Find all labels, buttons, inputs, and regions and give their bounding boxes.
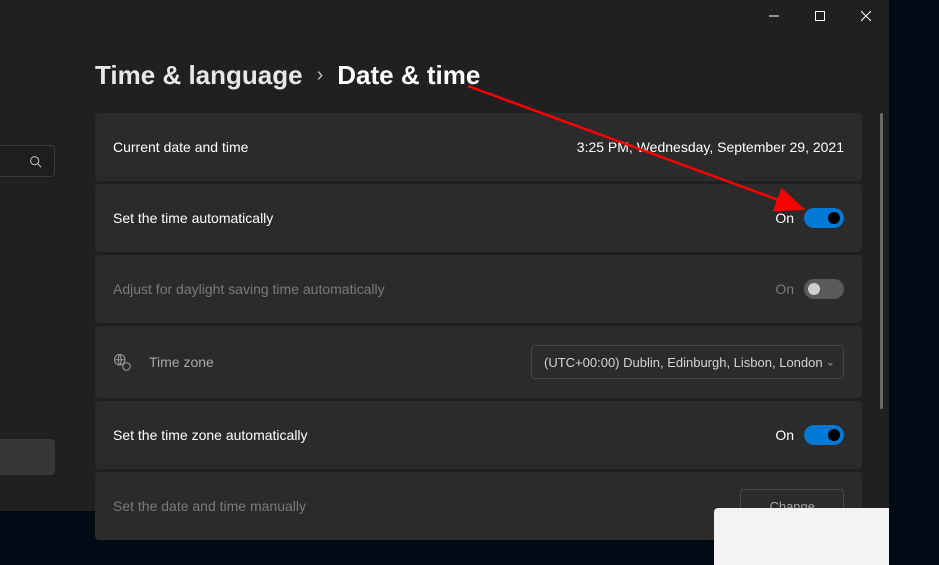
chevron-right-icon: › <box>317 64 324 87</box>
row-set-time-automatically: Set the time automatically On <box>95 184 862 252</box>
settings-window: Time & language › Date & time Current da… <box>0 0 889 511</box>
row-set-timezone-automatically: Set the time zone automatically On <box>95 401 862 469</box>
label: Current date and time <box>113 139 577 155</box>
toggle-set-timezone-automatically[interactable] <box>804 425 844 445</box>
label: Time zone <box>149 354 531 370</box>
scrollbar[interactable] <box>880 113 883 409</box>
label: Set the time zone automatically <box>113 427 775 443</box>
minimize-button[interactable] <box>751 0 797 32</box>
maximize-button[interactable] <box>797 0 843 32</box>
breadcrumb: Time & language › Date & time <box>95 60 480 91</box>
label: Set the date and time manually <box>113 498 740 514</box>
row-time-zone: Time zone (UTC+00:00) Dublin, Edinburgh,… <box>95 326 862 398</box>
close-button[interactable] <box>843 0 889 32</box>
timezone-value: (UTC+00:00) Dublin, Edinburgh, Lisbon, L… <box>544 355 823 370</box>
breadcrumb-parent[interactable]: Time & language <box>95 60 303 91</box>
toggle-state: On <box>775 210 794 226</box>
row-adjust-dst: Adjust for daylight saving time automati… <box>95 255 862 323</box>
toggle-set-time-automatically[interactable] <box>804 208 844 228</box>
breadcrumb-current: Date & time <box>337 60 480 91</box>
label: Adjust for daylight saving time automati… <box>113 281 775 297</box>
window-controls <box>751 0 889 32</box>
settings-list: Current date and time 3:25 PM, Wednesday… <box>95 113 862 543</box>
timezone-select[interactable]: (UTC+00:00) Dublin, Edinburgh, Lisbon, L… <box>531 345 844 379</box>
search-input[interactable] <box>0 145 55 177</box>
globe-icon <box>113 353 131 371</box>
chevron-down-icon: ⌄ <box>826 356 835 369</box>
popup-fragment <box>714 508 889 565</box>
current-datetime-value: 3:25 PM, Wednesday, September 29, 2021 <box>577 139 844 155</box>
label: Set the time automatically <box>113 210 775 226</box>
row-current-datetime: Current date and time 3:25 PM, Wednesday… <box>95 113 862 181</box>
toggle-state: On <box>775 427 794 443</box>
toggle-adjust-dst <box>804 279 844 299</box>
nav-item-selected[interactable] <box>0 439 55 475</box>
toggle-state: On <box>775 281 794 297</box>
